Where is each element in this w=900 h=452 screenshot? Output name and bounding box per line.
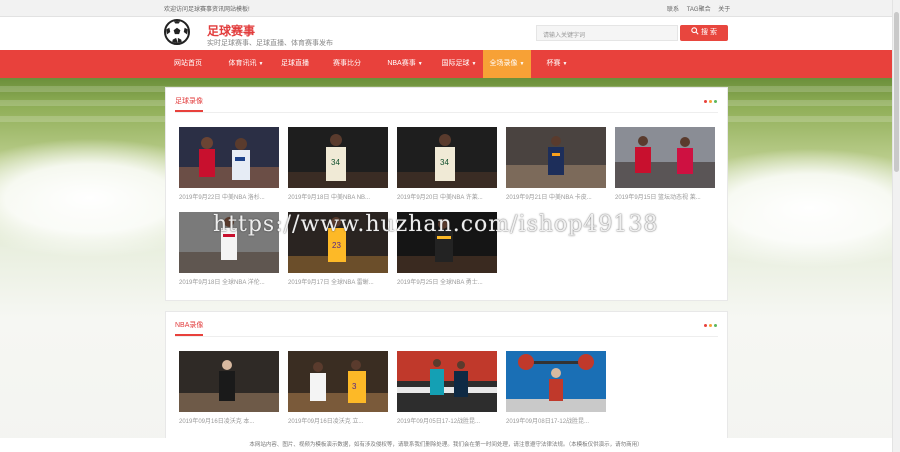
- video-thumbnail[interactable]: [506, 351, 606, 412]
- svg-text:34: 34: [440, 158, 449, 167]
- video-card[interactable]: 2019年09月05日17-12战胜昆...: [397, 351, 497, 425]
- video-caption[interactable]: 2019年9月17日 全球NBA 雷蜥...: [288, 277, 388, 286]
- nav-item-home[interactable]: 网站首页: [165, 50, 211, 78]
- section-title[interactable]: NBA录像: [175, 320, 204, 336]
- search-icon: [691, 27, 699, 35]
- svg-text:23: 23: [332, 241, 341, 250]
- caret-down-icon: ▼: [471, 61, 477, 67]
- top-link-contact[interactable]: 联系: [667, 7, 679, 13]
- top-links: 联系 TAG聚合 关于: [667, 4, 736, 13]
- search-input[interactable]: 请输入关键字词: [536, 25, 678, 41]
- nav-item-cups[interactable]: 杯赛 ▼: [538, 50, 576, 78]
- nav-item-label: NBA赛事: [387, 60, 416, 67]
- video-card[interactable]: 2019年9月22日 中美NBA 洛杉...: [179, 127, 279, 201]
- nav-item-label: 网站首页: [174, 60, 202, 67]
- video-card[interactable]: 34 2019年9月18日 中美NBA NB...: [288, 127, 388, 201]
- video-thumbnail[interactable]: [615, 127, 715, 188]
- video-thumbnail[interactable]: 3: [288, 351, 388, 412]
- nav-item-replays[interactable]: 全场录像 ▼: [483, 50, 531, 78]
- video-thumbnail[interactable]: [397, 351, 497, 412]
- nav-item-label: 全场录像: [489, 60, 518, 67]
- search-button-label: 搜 索: [701, 29, 717, 36]
- video-card[interactable]: 2019年09月08日17-12战胜昆...: [506, 351, 606, 425]
- top-link-tags[interactable]: TAG聚合: [687, 7, 711, 13]
- site-subtitle: 实时足球赛事、足球直播、体育赛事发布: [207, 40, 333, 47]
- video-caption[interactable]: 2019年9月18日 全球NBA 洋伦...: [179, 277, 279, 286]
- scrollbar[interactable]: [892, 0, 900, 452]
- section-nba-replays: NBA录像 2019年09月16日凌沃克 本... 3 2019年09月16日凌…: [165, 311, 728, 441]
- video-thumbnail[interactable]: [179, 127, 279, 188]
- site-header: 足球赛事 实时足球赛事、足球直播、体育赛事发布 请输入关键字词 搜 索: [0, 17, 892, 50]
- video-card[interactable]: 3 2019年09月16日凌沃克 立...: [288, 351, 388, 425]
- soccer-ball-logo-icon[interactable]: [164, 19, 190, 45]
- video-caption[interactable]: 2019年9月15日 篮坛动态视 莱...: [615, 192, 715, 201]
- video-caption[interactable]: 2019年09月05日17-12战胜昆...: [397, 416, 497, 425]
- top-bar: 欢迎访问足球赛事资讯网站模板! 联系 TAG聚合 关于: [0, 0, 892, 17]
- video-thumbnail[interactable]: [506, 127, 606, 188]
- section-football-replays: 足球录像 2019年9月22日 中美NBA 洛杉... 34 2019年9月18…: [165, 87, 728, 301]
- video-thumbnail[interactable]: [179, 351, 279, 412]
- site-title[interactable]: 足球赛事: [207, 22, 255, 39]
- svg-text:34: 34: [331, 158, 340, 167]
- video-caption[interactable]: 2019年09月08日17-12战胜昆...: [506, 416, 606, 425]
- nav-item-nba[interactable]: NBA赛事 ▼: [378, 50, 432, 78]
- nav-item-label: 赛事比分: [333, 60, 361, 67]
- video-caption[interactable]: 2019年9月18日 中美NBA NB...: [288, 192, 388, 201]
- video-caption[interactable]: 2019年9月25日 全球NBA 勇士...: [397, 277, 497, 286]
- nav-item-intl-football[interactable]: 国际足球 ▼: [434, 50, 484, 78]
- footer-text: 本网站内容、图片、视频为模板演示数据，如有涉及侵权等，请联系我们删除处理。我们会…: [0, 438, 892, 452]
- video-card[interactable]: 34 2019年9月20日 中美NBA 许莱...: [397, 127, 497, 201]
- nav-item-scores[interactable]: 赛事比分: [326, 50, 368, 78]
- search-button[interactable]: 搜 索: [680, 25, 728, 41]
- nav-item-label: 国际足球: [441, 60, 470, 67]
- video-thumbnail[interactable]: 34: [288, 127, 388, 188]
- top-link-about[interactable]: 关于: [718, 7, 730, 13]
- section-title[interactable]: 足球录像: [175, 96, 203, 112]
- svg-text:3: 3: [352, 382, 357, 391]
- video-caption[interactable]: 2019年9月22日 中美NBA 洛杉...: [179, 192, 279, 201]
- nav-item-label: 足球直播: [281, 60, 309, 67]
- caret-down-icon: ▼: [417, 61, 423, 67]
- video-card[interactable]: 2019年9月15日 篮坛动态视 莱...: [615, 127, 715, 201]
- caret-down-icon: ▼: [519, 61, 525, 67]
- nav-item-sports-news[interactable]: 体育讯讯 ▼: [219, 50, 273, 78]
- caret-down-icon: ▼: [258, 61, 264, 67]
- video-caption[interactable]: 2019年9月21日 中美NBA 卡皮...: [506, 192, 606, 201]
- watermark-text: https://www.huzhan.com/ishop49138: [213, 212, 659, 237]
- more-dots-icon[interactable]: [704, 100, 717, 103]
- more-dots-icon[interactable]: [704, 324, 717, 327]
- video-card[interactable]: 2019年9月21日 中美NBA 卡皮...: [506, 127, 606, 201]
- video-caption[interactable]: 2019年09月16日凌沃克 立...: [288, 416, 388, 425]
- video-card[interactable]: 2019年09月16日凌沃克 本...: [179, 351, 279, 425]
- nav-item-label: 杯赛: [546, 60, 561, 67]
- caret-down-icon: ▼: [562, 61, 568, 67]
- scrollbar-thumb[interactable]: [894, 12, 899, 172]
- video-thumbnail[interactable]: 34: [397, 127, 497, 188]
- nav-item-label: 体育讯讯: [228, 60, 257, 67]
- video-caption[interactable]: 2019年09月16日凌沃克 本...: [179, 416, 279, 425]
- nav-item-live[interactable]: 足球直播: [274, 50, 316, 78]
- video-caption[interactable]: 2019年9月20日 中美NBA 许莱...: [397, 192, 497, 201]
- welcome-text: 欢迎访问足球赛事资讯网站模板!: [164, 7, 250, 13]
- main-nav: 网站首页 体育讯讯 ▼ 足球直播 赛事比分 NBA赛事 ▼ 国际足球 ▼ 全场录像 ▼ …: [0, 50, 892, 78]
